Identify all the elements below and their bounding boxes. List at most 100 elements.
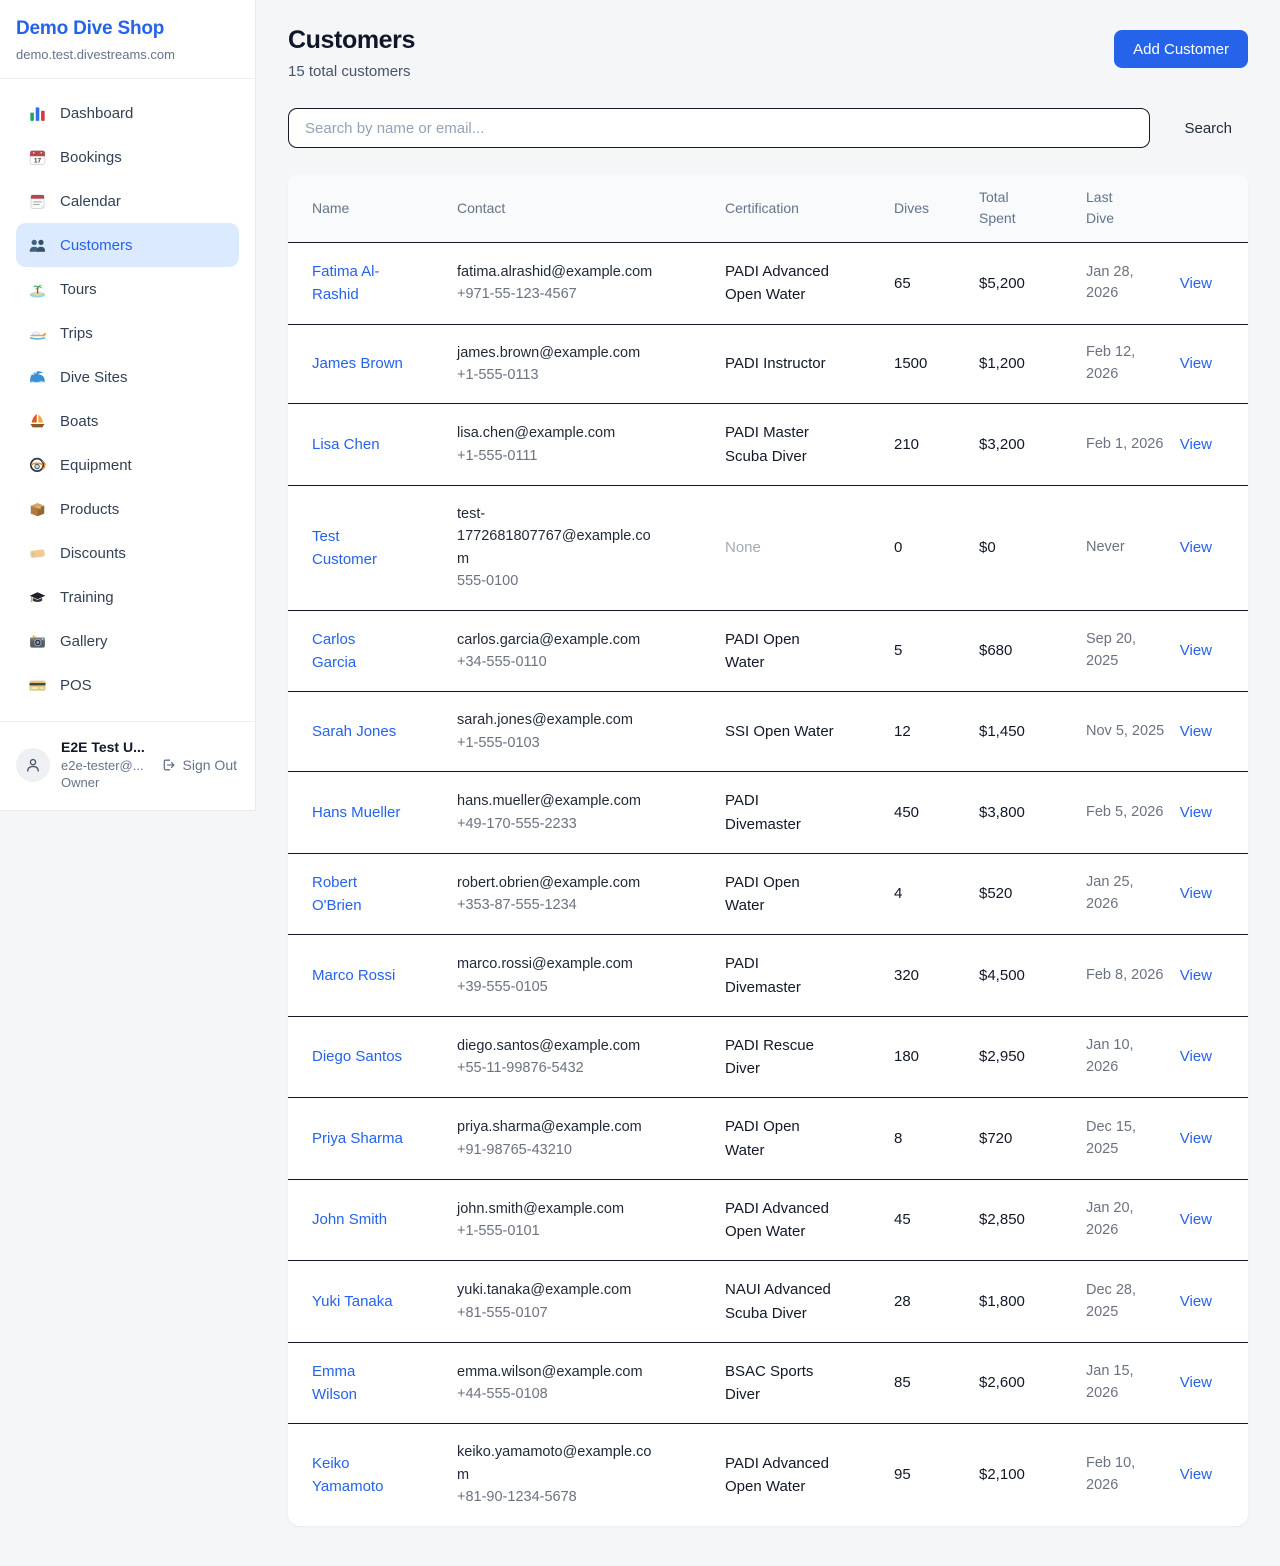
table-row: Fatima Al-Rashid fatima.alrashid@example… [288,243,1248,325]
user-name: E2E Test U... [61,738,149,757]
customer-certification: PADI Advanced Open Water [725,260,894,307]
view-link[interactable]: View [1179,1208,1212,1231]
search-button[interactable]: Search [1150,120,1248,137]
sign-out-button[interactable]: Sign Out [160,757,239,773]
sidebar-item-discounts[interactable]: Discounts [16,531,239,575]
customer-last-dive: Feb 1, 2026 [1086,434,1179,456]
products-icon [28,500,47,519]
customer-certification: PADI Open Water [725,1115,894,1162]
sidebar-item-label: Training [60,589,114,606]
view-link[interactable]: View [1179,1127,1212,1150]
view-link[interactable]: View [1179,433,1212,456]
sidebar-item-pos[interactable]: POS [16,663,239,707]
customers-table: Name Contact Certification Dives Total S… [288,174,1248,1526]
customer-email: keiko.yamamoto@example.com [457,1441,661,1486]
view-link[interactable]: View [1179,352,1212,375]
avatar [16,748,50,782]
customer-phone: +1-555-0103 [457,732,661,754]
brand-title[interactable]: Demo Dive Shop [16,18,239,40]
customer-phone: +49-170-555-2233 [457,813,661,835]
customer-total-spent: $2,950 [979,1045,1086,1068]
sidebar-item-tours[interactable]: Tours [16,267,239,311]
search-input[interactable] [288,108,1150,148]
table-row: Test Customer test-1772681807767@example… [288,486,1248,611]
customer-dives: 320 [894,964,979,987]
sidebar-item-customers[interactable]: Customers [16,223,239,267]
customer-phone: +1-555-0111 [457,445,661,467]
table-body: Fatima Al-Rashid fatima.alrashid@example… [288,243,1248,1526]
view-link[interactable]: View [1179,1463,1212,1486]
sidebar-item-label: Trips [60,325,93,342]
customer-email: priya.sharma@example.com [457,1116,661,1138]
customer-dives: 95 [894,1463,979,1486]
view-link[interactable]: View [1179,1371,1212,1394]
sidebar-item-label: POS [60,677,92,694]
sidebar-item-dashboard[interactable]: Dashboard [16,91,239,135]
sidebar-item-boats[interactable]: Boats [16,399,239,443]
customer-total-spent: $1,800 [979,1290,1086,1313]
app-root: Demo Dive Shop demo.test.divestreams.com… [0,0,1280,1566]
customer-name-link[interactable]: Robert O'Brien [312,874,362,914]
customer-name-link[interactable]: John Smith [312,1211,387,1228]
column-header-total-spent: Total Spent [979,174,1086,242]
user-footer: E2E Test U... e2e-tester@... Owner Sign … [0,721,255,810]
sidebar-item-dive-sites[interactable]: Dive Sites [16,355,239,399]
customer-name-link[interactable]: Sarah Jones [312,723,396,740]
customer-name-link[interactable]: Fatima Al-Rashid [312,263,380,303]
customer-name-link[interactable]: Keiko Yamamoto [312,1455,383,1495]
customer-last-dive: Dec 15, 2025 [1086,1117,1179,1161]
sidebar-item-products[interactable]: Products [16,487,239,531]
customer-total-spent: $680 [979,639,1086,662]
sidebar-item-bookings[interactable]: 17 Bookings [16,135,239,179]
customer-name-link[interactable]: Emma Wilson [312,1363,357,1403]
customer-total-spent: $520 [979,882,1086,905]
customer-name-link[interactable]: Test Customer [312,528,377,568]
sidebar-item-equipment[interactable]: Equipment [16,443,239,487]
view-link[interactable]: View [1179,720,1212,743]
sidebar-item-trips[interactable]: Trips [16,311,239,355]
view-link[interactable]: View [1179,801,1212,824]
view-link[interactable]: View [1179,536,1212,559]
customer-last-dive: Sep 20, 2025 [1086,629,1179,673]
customer-total-spent: $1,450 [979,720,1086,743]
sidebar-item-training[interactable]: Training [16,575,239,619]
trips-icon [28,324,47,343]
customer-email: yuki.tanaka@example.com [457,1279,661,1301]
customer-name-link[interactable]: Priya Sharma [312,1130,403,1147]
customer-last-dive: Jan 20, 2026 [1086,1198,1179,1242]
customer-name-link[interactable]: James Brown [312,355,403,372]
customer-dives: 28 [894,1290,979,1313]
customer-total-spent: $2,600 [979,1371,1086,1394]
customer-name-link[interactable]: Yuki Tanaka [312,1293,393,1310]
customer-email: robert.obrien@example.com [457,872,661,894]
view-link[interactable]: View [1179,964,1212,987]
customer-dives: 210 [894,433,979,456]
sidebar-item-gallery[interactable]: Gallery [16,619,239,663]
sidebar-item-calendar[interactable]: Calendar [16,179,239,223]
table-row: Priya Sharma priya.sharma@example.com +9… [288,1098,1248,1180]
add-customer-button[interactable]: Add Customer [1114,30,1248,68]
customer-name-link[interactable]: Hans Mueller [312,804,400,821]
customer-name-link[interactable]: Marco Rossi [312,967,395,984]
customer-dives: 4 [894,882,979,905]
customer-email: hans.mueller@example.com [457,790,661,812]
customer-certification: PADI Advanced Open Water [725,1452,894,1499]
view-link[interactable]: View [1179,882,1212,905]
customer-last-dive: Nov 5, 2025 [1086,721,1179,743]
user-meta: E2E Test U... e2e-tester@... Owner [61,738,149,792]
view-link[interactable]: View [1179,639,1212,662]
discounts-icon [28,544,47,563]
customer-total-spent: $720 [979,1127,1086,1150]
customer-certification: BSAC Sports Diver [725,1360,894,1407]
view-link[interactable]: View [1179,272,1212,295]
customer-email: john.smith@example.com [457,1198,661,1220]
column-header-dives: Dives [894,185,979,232]
customer-name-link[interactable]: Lisa Chen [312,436,380,453]
customer-email: sarah.jones@example.com [457,709,661,731]
customer-name-link[interactable]: Diego Santos [312,1048,402,1065]
customer-total-spent: $5,200 [979,272,1086,295]
customer-dives: 1500 [894,352,979,375]
customer-name-link[interactable]: Carlos Garcia [312,631,356,671]
view-link[interactable]: View [1179,1290,1212,1313]
view-link[interactable]: View [1179,1045,1212,1068]
